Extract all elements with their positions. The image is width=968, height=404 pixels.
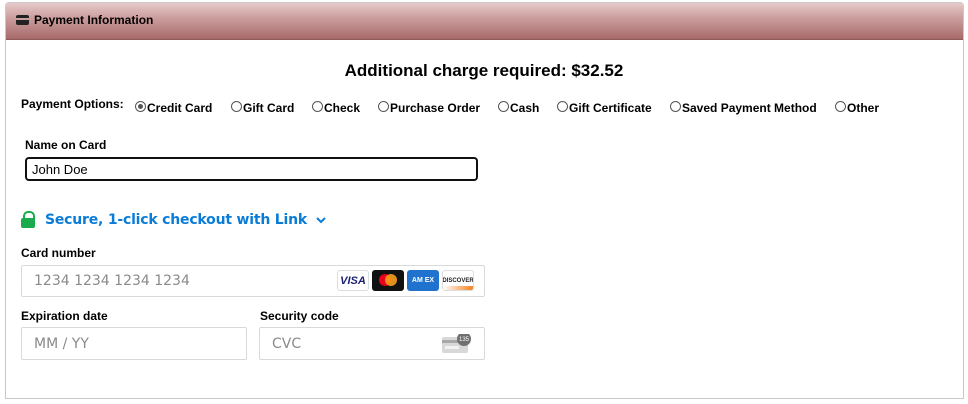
discover-icon: DISCOVER: [442, 270, 474, 291]
mastercard-icon: [372, 270, 404, 291]
cvc-icon-text: 135: [459, 337, 470, 343]
radio-purchase-order[interactable]: [378, 100, 389, 112]
option-label: Credit Card: [147, 101, 213, 115]
card-number-label: Card number: [21, 246, 96, 260]
option-label: Gift Certificate: [569, 101, 652, 115]
option-credit-card[interactable]: Credit Card: [135, 98, 213, 115]
radio-other[interactable]: [835, 100, 846, 112]
option-label: Gift Card: [243, 101, 295, 115]
radio-cash[interactable]: [498, 100, 509, 112]
name-on-card-label: Name on Card: [25, 138, 107, 152]
panel-title: Payment Information: [34, 13, 154, 27]
link-checkout-toggle[interactable]: Secure, 1-click checkout with Link: [21, 210, 327, 230]
option-gift-card[interactable]: Gift Card: [231, 98, 295, 115]
radio-credit-card[interactable]: [135, 100, 146, 112]
option-label: Cash: [510, 101, 540, 115]
lock-icon: [21, 211, 35, 229]
visa-icon: VISA: [337, 270, 369, 291]
additional-charge-text: Additional charge required: $32.52: [344, 61, 624, 80]
option-purchase-order[interactable]: Purchase Order: [378, 98, 481, 115]
panel-header: Payment Information: [6, 3, 963, 40]
option-label: Saved Payment Method: [682, 101, 817, 115]
radio-saved-payment-method[interactable]: [670, 100, 681, 112]
card-brands: VISA AM EX DISCOVER: [337, 270, 474, 291]
expiration-date-input[interactable]: [21, 327, 247, 360]
cvc-card-icon: 135: [442, 334, 471, 353]
radio-check[interactable]: [312, 100, 323, 112]
security-code-label: Security code: [260, 309, 339, 323]
option-label: Other: [847, 101, 880, 115]
option-label: Purchase Order: [390, 101, 481, 115]
chevron-down-icon[interactable]: [315, 214, 327, 226]
option-cash[interactable]: Cash: [498, 98, 540, 115]
option-gift-certificate[interactable]: Gift Certificate: [557, 98, 652, 115]
radio-gift-certificate[interactable]: [557, 100, 568, 112]
option-check[interactable]: Check: [312, 98, 361, 115]
option-other[interactable]: Other: [835, 98, 880, 115]
amex-icon: AM EX: [407, 270, 439, 291]
option-saved-payment-method[interactable]: Saved Payment Method: [670, 98, 817, 115]
name-on-card-input[interactable]: [25, 157, 478, 181]
payment-options-label: Payment Options:: [21, 97, 124, 111]
option-label: Check: [324, 101, 361, 115]
expiration-date-label: Expiration date: [21, 309, 108, 323]
link-checkout-text[interactable]: Secure, 1-click checkout with Link: [45, 212, 307, 228]
radio-gift-card[interactable]: [231, 100, 242, 112]
credit-card-icon: [16, 15, 29, 25]
